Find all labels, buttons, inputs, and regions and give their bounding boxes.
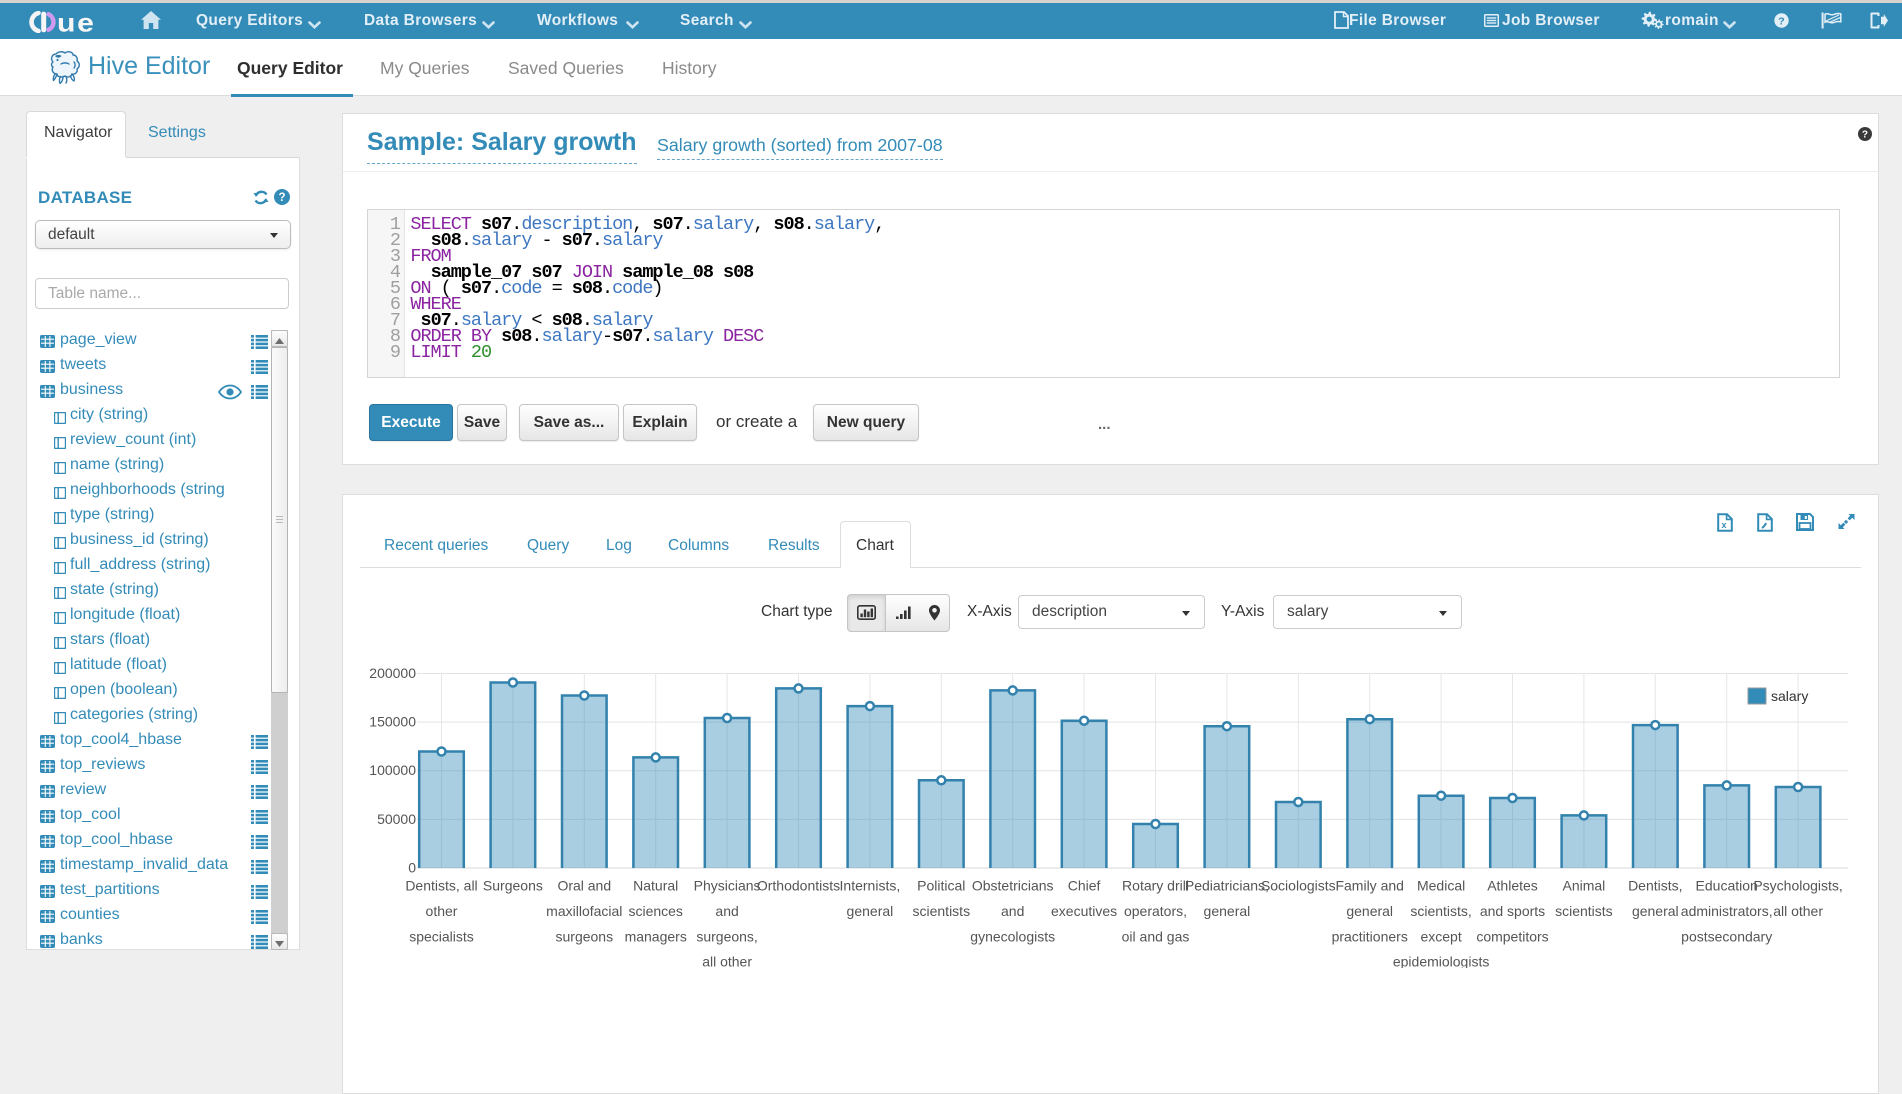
svg-text:Oral and: Oral and xyxy=(557,878,611,894)
svg-text:Family and: Family and xyxy=(1335,878,1403,894)
svg-text:salary: salary xyxy=(1771,688,1808,704)
svg-text:surgeons,: surgeons, xyxy=(696,928,757,944)
svg-text:executives: executives xyxy=(1051,903,1117,919)
svg-text:scientists: scientists xyxy=(913,903,971,919)
svg-text:administrators,: administrators, xyxy=(1681,903,1773,919)
svg-text:general: general xyxy=(1204,903,1251,919)
svg-text:0: 0 xyxy=(408,860,416,876)
svg-text:ue: ue xyxy=(57,11,96,33)
svg-text:Athletes: Athletes xyxy=(1487,878,1538,894)
svg-text:150000: 150000 xyxy=(369,714,416,730)
svg-text:Political: Political xyxy=(917,878,965,894)
svg-text:and: and xyxy=(715,903,738,919)
svg-text:except: except xyxy=(1420,928,1461,944)
svg-text:Dentists, all: Dentists, all xyxy=(405,878,477,894)
svg-text:oil and gas: oil and gas xyxy=(1122,928,1190,944)
svg-text:Animal: Animal xyxy=(1563,878,1606,894)
svg-text:Surgeons: Surgeons xyxy=(483,878,543,894)
svg-text:Natural: Natural xyxy=(633,878,678,894)
svg-text:practitioners: practitioners xyxy=(1332,928,1408,944)
svg-text:Chief: Chief xyxy=(1068,878,1101,894)
svg-text:Education: Education xyxy=(1696,878,1758,894)
svg-text:all other: all other xyxy=(1773,903,1823,919)
svg-text:and sports: and sports xyxy=(1480,903,1545,919)
svg-text:epidemiologists: epidemiologists xyxy=(1393,954,1490,968)
svg-text:general: general xyxy=(1632,903,1679,919)
svg-text:postsecondary: postsecondary xyxy=(1681,928,1772,944)
svg-text:managers: managers xyxy=(625,928,687,944)
svg-text:competitors: competitors xyxy=(1476,928,1548,944)
svg-text:and: and xyxy=(1001,903,1024,919)
svg-text:50000: 50000 xyxy=(377,811,416,827)
svg-text:?: ? xyxy=(1778,15,1784,27)
svg-text:Rotary drill: Rotary drill xyxy=(1122,878,1189,894)
svg-text:Orthodontists: Orthodontists xyxy=(757,878,840,894)
svg-text:Medical: Medical xyxy=(1417,878,1465,894)
svg-text:operators,: operators, xyxy=(1124,903,1187,919)
svg-text:Pediatricians,: Pediatricians, xyxy=(1185,878,1269,894)
svg-text:general: general xyxy=(1346,903,1393,919)
svg-text:Psychologists,: Psychologists, xyxy=(1753,878,1842,894)
svg-text:x: x xyxy=(1721,520,1726,530)
svg-text:other: other xyxy=(426,903,458,919)
svg-text:Sociologists: Sociologists xyxy=(1261,878,1336,894)
svg-text:100000: 100000 xyxy=(369,762,416,778)
svg-text:scientists: scientists xyxy=(1555,903,1613,919)
svg-text:specialists: specialists xyxy=(409,928,474,944)
svg-text:gynecologists: gynecologists xyxy=(970,928,1055,944)
svg-text:Physicians: Physicians xyxy=(694,878,761,894)
svg-text:all other: all other xyxy=(702,954,752,968)
svg-text:Dentists,: Dentists, xyxy=(1628,878,1682,894)
svg-text:Internists,: Internists, xyxy=(840,878,901,894)
svg-text:maxillofacial: maxillofacial xyxy=(546,903,622,919)
svg-text:200000: 200000 xyxy=(369,665,416,681)
svg-text:scientists,: scientists, xyxy=(1410,903,1471,919)
svg-text:Obstetricians: Obstetricians xyxy=(972,878,1054,894)
svg-text:?: ? xyxy=(278,192,285,204)
svg-text:?: ? xyxy=(1862,130,1868,141)
svg-text:sciences: sciences xyxy=(628,903,682,919)
svg-text:general: general xyxy=(847,903,894,919)
svg-text:surgeons: surgeons xyxy=(556,928,614,944)
